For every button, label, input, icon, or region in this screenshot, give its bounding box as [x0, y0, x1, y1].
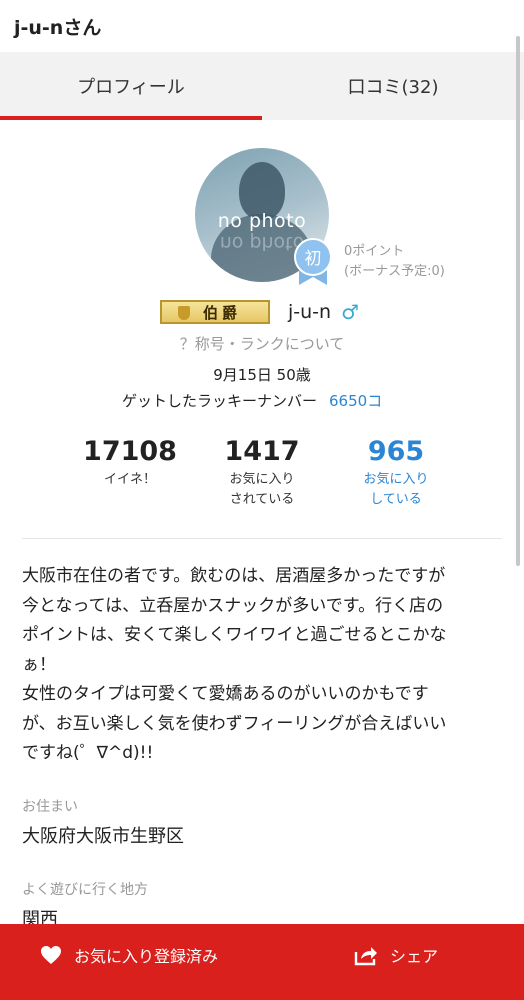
- male-icon: ♂: [341, 300, 360, 324]
- scrollbar[interactable]: [516, 36, 520, 566]
- rank-info-link[interactable]: ？称号・ランクについて: [0, 333, 524, 354]
- share-button[interactable]: シェア: [354, 942, 438, 968]
- favorite-button[interactable]: お気に入り登録済み: [40, 942, 218, 968]
- section-divider: [22, 538, 502, 539]
- heart-icon: [41, 946, 61, 964]
- stat-favoriting-label-2[interactable]: している: [346, 490, 446, 510]
- name-row: 伯爵 j-u-n ♂: [160, 298, 359, 326]
- first-badge-icon: 初: [294, 238, 332, 285]
- lucky-number-row: ゲットしたラッキーナンバー 6650コ: [122, 390, 382, 411]
- stat-favoriting-value[interactable]: 965: [346, 436, 446, 468]
- tab-profile[interactable]: プロフィール: [0, 52, 262, 120]
- tab-reviews[interactable]: 口コミ(32): [262, 52, 524, 120]
- tab-bar: プロフィール 口コミ(32): [0, 52, 524, 120]
- user-name: j-u-n: [288, 301, 332, 323]
- stat-favorited-by-label-1: お気に入り: [229, 472, 295, 487]
- stat-likes: 17108 イイネ！: [80, 436, 180, 490]
- points-info: 0ポイント (ボーナス予定:0): [344, 242, 445, 282]
- stat-favorited-by-label-2: されている: [229, 492, 295, 507]
- residence-value: 大阪府大阪市生野区: [22, 826, 184, 847]
- no-photo-text: no photo: [217, 210, 307, 232]
- bio-line: 大阪市在住の者です。飲むのは、居酒屋多かったですが: [22, 566, 446, 586]
- lucky-number-label: ゲットしたラッキーナンバー: [122, 392, 318, 410]
- bio-line: ですね(゜∇^d)!!: [22, 743, 154, 763]
- share-icon: [354, 947, 377, 966]
- bio-text: 大阪市在住の者です。飲むのは、居酒屋多かったですが 今となっては、立呑屋かスナッ…: [22, 562, 502, 769]
- bio-line: 今となっては、立呑屋かスナックが多いです。行く店の: [22, 595, 444, 616]
- rank-badge: 伯爵: [160, 300, 270, 324]
- first-badge-label: 初: [305, 249, 322, 269]
- stat-favoriting[interactable]: 965 お気に入り している: [346, 436, 446, 510]
- birthday-age: 9月15日 50歳: [213, 366, 311, 384]
- points-bonus: (ボーナス予定:0): [344, 264, 445, 279]
- bio-line: ポイントは、安くて楽しくワイワイと過ごせるとこかな: [22, 625, 447, 645]
- area-label: よく遊びに行く地方: [22, 882, 148, 898]
- stat-favorited-by: 1417 お気に入り されている: [212, 436, 312, 510]
- bottom-action-bar: お気に入り登録済み シェア: [0, 924, 524, 1000]
- page-header: j-u-nさん: [0, 0, 524, 52]
- residence-label: お住まい: [22, 799, 78, 815]
- favorite-button-label: お気に入り登録済み: [74, 947, 219, 966]
- share-button-label: シェア: [390, 947, 439, 966]
- points-current: 0ポイント: [344, 244, 405, 259]
- shield-icon: [178, 306, 190, 320]
- stat-favorited-by-value: 1417: [224, 436, 300, 467]
- stat-favoriting-label-1[interactable]: お気に入り: [346, 470, 446, 490]
- bio-line: ぁ！: [22, 654, 56, 675]
- bio-line: 女性のタイプは可愛くて愛嬌あるのがいいのかもです: [22, 684, 429, 704]
- page-title: j-u-nさん: [14, 16, 102, 39]
- rank-title: 伯爵: [202, 303, 241, 322]
- stat-likes-value: 17108: [83, 436, 177, 467]
- stat-likes-label: イイネ！: [103, 472, 156, 487]
- lucky-number-value[interactable]: 6650コ: [329, 390, 382, 411]
- bio-line: が、お互い楽しく気を使わずフィーリングが合えばいい: [22, 713, 447, 734]
